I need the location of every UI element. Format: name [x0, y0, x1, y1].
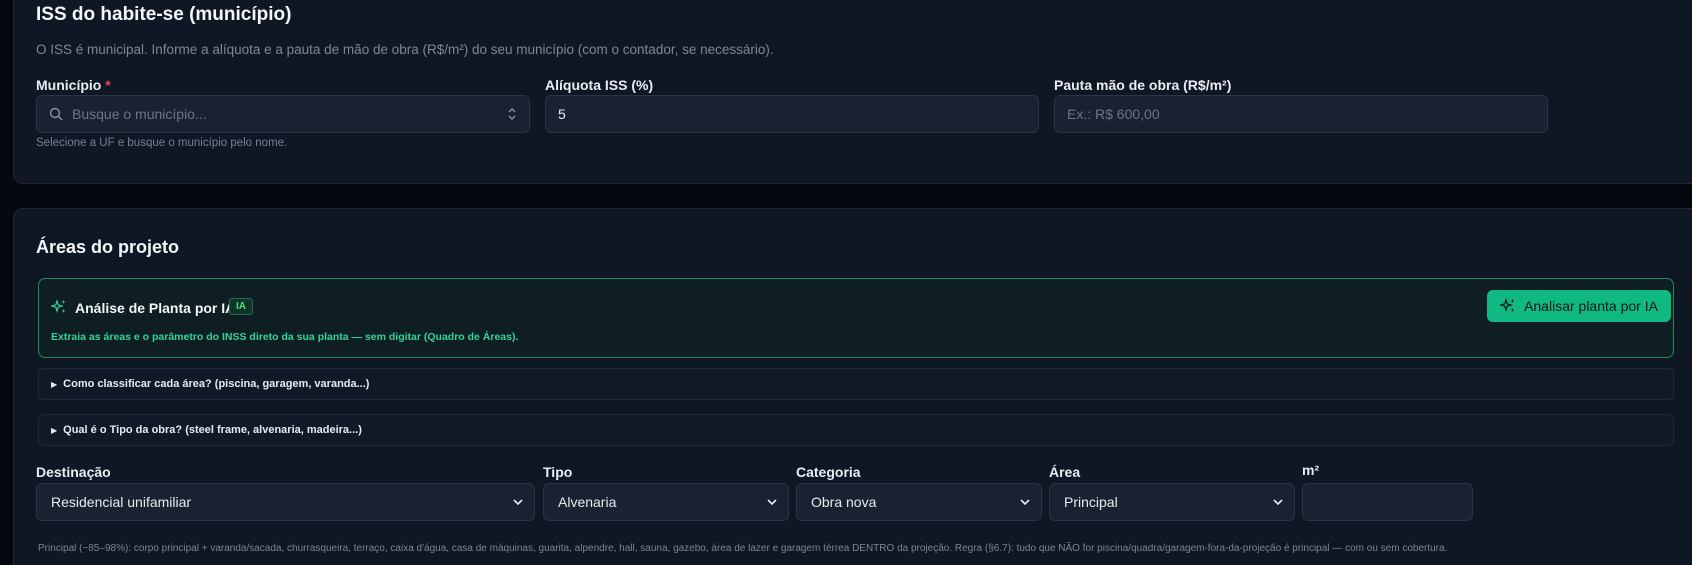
tipo-value: Alvenaria: [558, 494, 617, 510]
iss-description: O ISS é municipal. Informe a alíquota e …: [36, 42, 774, 57]
area-label: Área: [1049, 464, 1081, 480]
sparkles-icon: [1500, 298, 1515, 312]
chevron-down-icon: [1020, 499, 1030, 506]
aliquota-input[interactable]: 5: [545, 95, 1039, 133]
area-value: Principal: [1064, 494, 1118, 510]
aliquota-value: 5: [558, 106, 566, 122]
disclosure-triangle-icon: ▶: [51, 379, 58, 389]
ai-analysis-title: Análise de Planta por IA: [75, 300, 236, 316]
details-obra-type-label: Qual é o Tipo da obra? (steel frame, alv…: [63, 424, 362, 436]
area-footnote: Principal (~85–98%): corpo principal + v…: [38, 543, 1448, 554]
chevron-down-icon: [1273, 499, 1283, 506]
iss-card: ISS do habite-se (município) O ISS é mun…: [13, 0, 1692, 184]
updown-chevron-icon[interactable]: [507, 107, 517, 121]
categoria-value: Obra nova: [811, 494, 877, 510]
disclosure-triangle-icon: ▶: [51, 425, 58, 435]
details-classify-areas[interactable]: ▶ Como classificar cada área? (piscina, …: [38, 368, 1674, 400]
iss-title: ISS do habite-se (município): [36, 4, 292, 25]
chevron-down-icon: [767, 499, 777, 506]
categoria-select[interactable]: Obra nova: [796, 483, 1042, 521]
categoria-label: Categoria: [796, 464, 861, 480]
tipo-select[interactable]: Alvenaria: [543, 483, 789, 521]
areas-card: Áreas do projeto Análise de Planta por I…: [13, 208, 1692, 565]
pauta-label: Pauta mão de obra (R$/m²): [1054, 77, 1232, 93]
ai-analysis-panel: Análise de Planta por IA IA Extraia as á…: [38, 278, 1674, 358]
m2-label: m²: [1302, 462, 1320, 478]
areas-title: Áreas do projeto: [36, 237, 180, 257]
municipio-placeholder: Busque o município...: [72, 106, 207, 122]
ai-badge: IA: [229, 298, 253, 315]
details-obra-type[interactable]: ▶ Qual é o Tipo da obra? (steel frame, a…: [38, 414, 1674, 446]
municipio-hint: Selecione a UF e busque o município pelo…: [36, 137, 288, 149]
pauta-placeholder: Ex.: R$ 600,00: [1067, 106, 1160, 122]
analyze-plan-button[interactable]: Analisar planta por IA: [1487, 290, 1671, 322]
municipio-search-input[interactable]: Busque o município...: [36, 95, 530, 133]
tipo-label: Tipo: [543, 464, 573, 480]
details-classify-label: Como classificar cada área? (piscina, ga…: [63, 378, 370, 390]
destinacao-value: Residencial unifamiliar: [51, 494, 192, 510]
ai-analysis-subtitle: Extraia as áreas e o parâmetro do INSS d…: [51, 331, 519, 343]
destinacao-label: Destinação: [36, 464, 111, 480]
chevron-down-icon: [513, 499, 523, 506]
pauta-input[interactable]: Ex.: R$ 600,00: [1054, 95, 1548, 133]
analyze-plan-label: Analisar planta por IA: [1524, 298, 1658, 314]
destinacao-select[interactable]: Residencial unifamiliar: [36, 483, 535, 521]
required-mark: *: [105, 77, 111, 93]
sparkles-icon: [51, 299, 66, 313]
area-select[interactable]: Principal: [1049, 483, 1295, 521]
municipio-label: Município *: [36, 77, 111, 93]
aliquota-label: Alíquota ISS (%): [545, 77, 654, 93]
m2-input[interactable]: [1302, 483, 1473, 521]
search-icon: [49, 107, 63, 121]
